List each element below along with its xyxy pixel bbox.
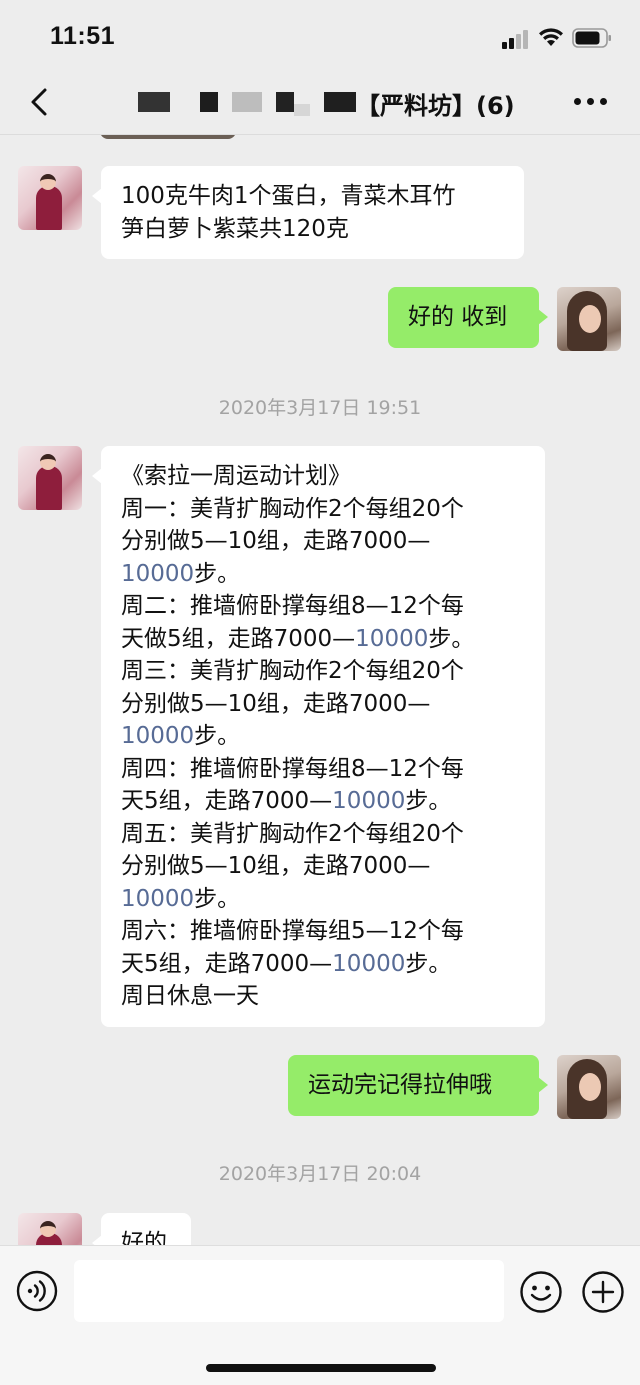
home-indicator [206, 1364, 436, 1372]
message-bubble[interactable]: 《索拉一周运动计划》 周一：美背扩胸动作2个每组20个 分别做5—10组，走路7… [92, 446, 545, 1027]
partial-image-message[interactable] [100, 135, 236, 139]
message-timestamp: 2020年3月17日 20:04 [218, 1163, 422, 1185]
message-timestamp: 2020年3月17日 19:51 [218, 397, 422, 419]
message-text: 天5组，走路7000—10000步。 [121, 950, 452, 977]
message-text: 周六：推墙俯卧撑每组5—12个每 [121, 918, 464, 944]
chat-header: 【严料坊】(6) [0, 72, 640, 134]
plus-icon[interactable] [581, 1270, 625, 1314]
message-text: 运动完记得拉伸哦 [308, 1072, 492, 1098]
number-link[interactable]: 10000 [355, 626, 428, 652]
emoji-icon[interactable] [519, 1270, 563, 1314]
battery-icon [572, 28, 611, 48]
avatar[interactable] [557, 1055, 621, 1119]
chat-title: 【严料坊】(6) [356, 92, 515, 120]
message-text: 周二：推墙俯卧撑每组8—12个每 [121, 593, 464, 619]
avatar[interactable] [557, 287, 621, 351]
message-text: 周一：美背扩胸动作2个每组20个 [121, 495, 464, 522]
message-text: 10000步。 [121, 723, 241, 749]
number-link[interactable]: 10000 [332, 788, 405, 814]
number-link[interactable]: 10000 [121, 723, 194, 749]
message-list[interactable]: 100克牛肉1个蛋白，青菜木耳竹 笋白萝卜紫菜共120克 好的 收到 2020年… [0, 135, 640, 1245]
message-text: 《索拉一周运动计划》 [121, 463, 351, 489]
message-input[interactable] [74, 1260, 504, 1322]
message-text: 好的 收到 [408, 304, 508, 330]
message-bubble[interactable]: 好的 收到 [388, 287, 548, 348]
number-link[interactable]: 10000 [121, 561, 194, 587]
message-text: 10000步。 [121, 560, 241, 587]
message-text: 天做5组，走路7000—10000步。 [121, 625, 475, 652]
message-text: 周三：美背扩胸动作2个每组20个 [121, 658, 464, 684]
message-bubble[interactable]: 100克牛肉1个蛋白，青菜木耳竹 笋白萝卜紫菜共120克 [92, 166, 524, 259]
more-options-icon[interactable] [574, 98, 608, 108]
message-text: 分别做5—10组，走路7000— [121, 853, 431, 879]
wifi-icon [539, 28, 563, 46]
message-text: 分别做5—10组，走路7000— [121, 528, 431, 554]
message-text: 分别做5—10组，走路7000— [121, 690, 431, 717]
message-text: 天5组，走路7000—10000步。 [121, 788, 452, 814]
message-bubble[interactable]: 运动完记得拉伸哦 [288, 1055, 548, 1116]
status-time: 11:51 [50, 22, 116, 50]
message-text: 笋白萝卜紫菜共120克 [121, 215, 349, 242]
message-text: 100克牛肉1个蛋白，青菜木耳竹 [121, 183, 456, 209]
cellular-signal-icon [502, 29, 532, 49]
back-arrow-icon[interactable] [26, 86, 54, 118]
status-bar: 11:51 [0, 0, 640, 72]
number-link[interactable]: 10000 [332, 951, 405, 977]
avatar[interactable] [18, 166, 82, 230]
message-text: 周四：推墙俯卧撑每组8—12个每 [121, 755, 464, 782]
number-link[interactable]: 10000 [121, 886, 194, 912]
voice-icon[interactable] [16, 1270, 58, 1312]
message-text: 10000步。 [121, 885, 241, 912]
avatar[interactable] [18, 1213, 82, 1245]
message-text: 好的 [121, 1230, 167, 1245]
message-bubble[interactable]: 好的 [92, 1213, 191, 1245]
avatar[interactable] [18, 446, 82, 510]
message-text: 周五：美背扩胸动作2个每组20个 [121, 820, 464, 847]
message-text: 周日休息一天 [121, 983, 259, 1009]
